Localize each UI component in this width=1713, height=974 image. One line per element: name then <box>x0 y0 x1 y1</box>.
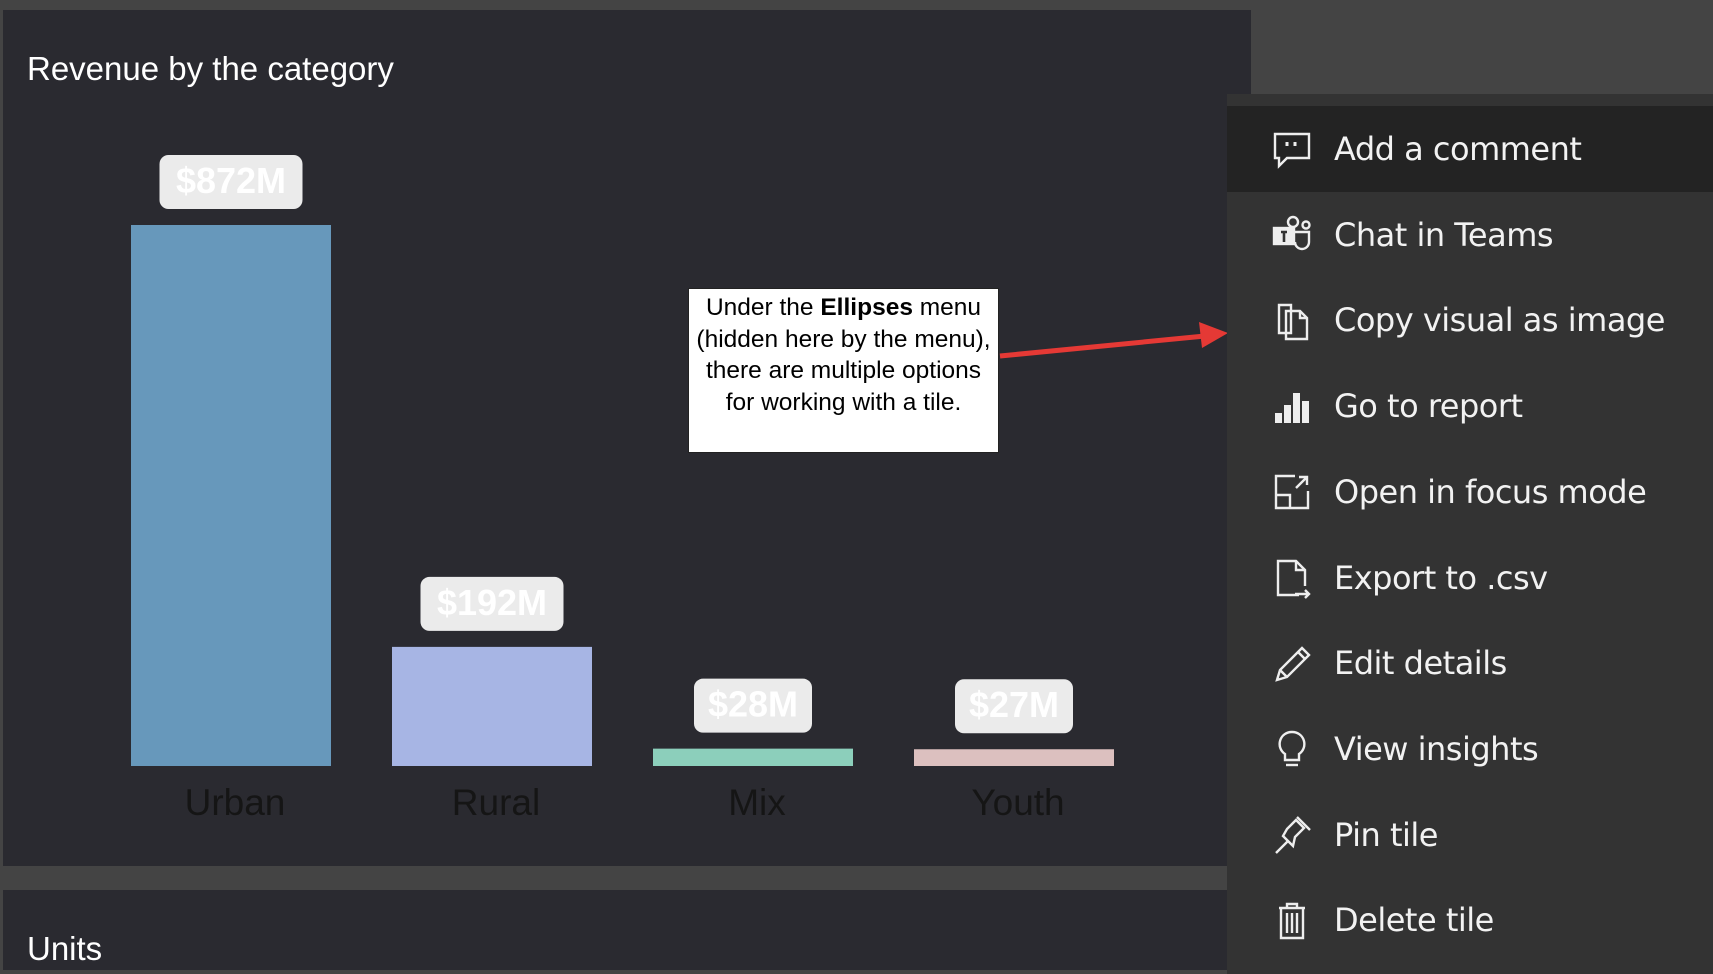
menu-item-label: Copy visual as image <box>1334 301 1665 340</box>
menu-item-label: Edit details <box>1334 644 1507 683</box>
lightbulb-icon <box>1271 728 1313 770</box>
copy-icon <box>1271 299 1313 341</box>
menu-item-open-in-focus-mode[interactable]: Open in focus mode <box>1227 449 1713 535</box>
menu-item-edit-details[interactable]: Edit details <box>1227 620 1713 706</box>
export-icon <box>1271 557 1313 599</box>
menu-item-label: View insights <box>1334 729 1539 768</box>
menu-item-copy-visual-as-image[interactable]: Copy visual as image <box>1227 277 1713 363</box>
menu-item-view-insights[interactable]: View insights <box>1227 706 1713 792</box>
menu-item-label: Pin tile <box>1334 815 1438 854</box>
menu-item-delete-tile[interactable]: Delete tile <box>1227 877 1713 963</box>
pin-icon <box>1271 814 1313 856</box>
tile-options-menu: Add a comment Chat in Teams Copy visual as… <box>1227 94 1713 974</box>
teams-icon <box>1271 214 1313 256</box>
menu-item-label: Export to .csv <box>1334 558 1548 597</box>
menu-item-chat-in-teams[interactable]: Chat in Teams <box>1227 192 1713 278</box>
focus-mode-icon <box>1271 471 1313 513</box>
pencil-icon <box>1271 642 1313 684</box>
menu-item-label: Go to report <box>1334 387 1523 426</box>
comment-icon <box>1271 128 1313 170</box>
menu-item-pin-tile[interactable]: Pin tile <box>1227 792 1713 878</box>
bar-chart-icon <box>1271 385 1313 427</box>
menu-item-go-to-report[interactable]: Go to report <box>1227 363 1713 449</box>
trash-icon <box>1271 899 1313 941</box>
menu-item-label: Delete tile <box>1334 901 1494 940</box>
menu-item-label: Chat in Teams <box>1334 215 1554 254</box>
menu-item-add-a-comment[interactable]: Add a comment <box>1227 106 1713 192</box>
menu-item-label: Open in focus mode <box>1334 472 1647 511</box>
menu-item-label: Add a comment <box>1334 130 1582 168</box>
menu-item-export-to-csv[interactable]: Export to .csv <box>1227 535 1713 621</box>
